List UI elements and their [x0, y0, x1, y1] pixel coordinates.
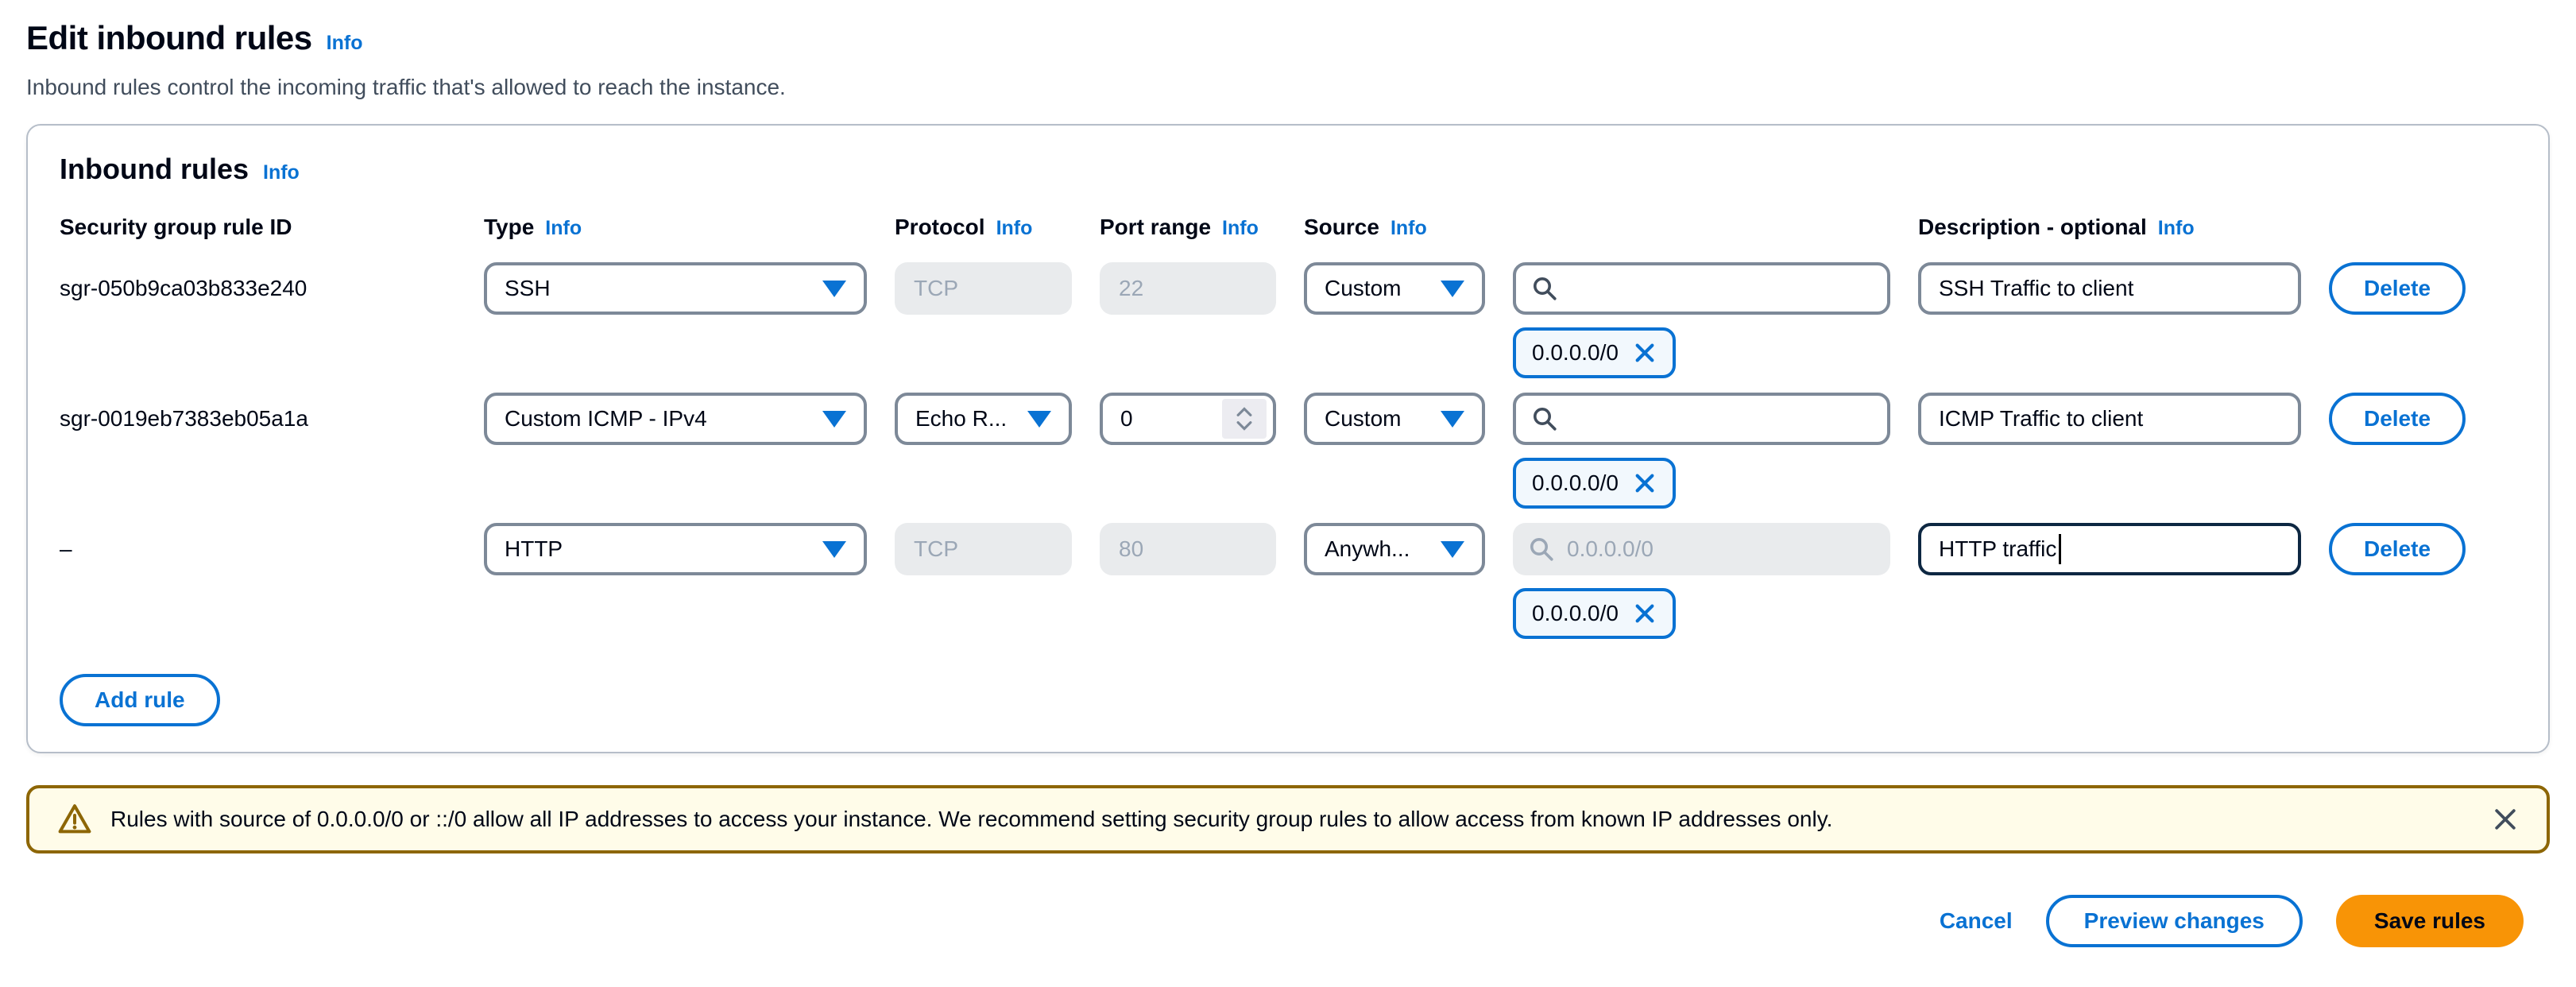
source-search-input[interactable] [1513, 262, 1890, 315]
chevron-down-icon [822, 411, 846, 428]
source-chip-row: 0.0.0.0/0 [1513, 327, 2516, 378]
inbound-rules-panel: Inbound rules Info Security group rule I… [26, 124, 2550, 753]
rule-id: sgr-050b9ca03b833e240 [60, 276, 484, 301]
rule-row-ssh: sgr-050b9ca03b833e240 SSH TCP 22 Custom … [60, 262, 2516, 378]
column-headers: Security group rule ID TypeInfo Protocol… [60, 215, 2516, 240]
warning-text: Rules with source of 0.0.0.0/0 or ::/0 a… [110, 807, 2474, 832]
description-input[interactable]: ICMP Traffic to client [1918, 393, 2301, 445]
warning-icon [56, 801, 93, 838]
chevron-down-icon [1027, 411, 1051, 428]
source-chip-row: 0.0.0.0/0 [1513, 588, 2516, 639]
panel-header: Inbound rules Info [60, 153, 2516, 186]
save-rules-button[interactable]: Save rules [2336, 895, 2524, 947]
port-range-field-disabled: 80 [1100, 523, 1276, 575]
description-input[interactable]: SSH Traffic to client [1918, 262, 2301, 315]
banner-close-icon[interactable] [2491, 805, 2520, 834]
chevron-down-icon [1441, 541, 1464, 558]
preview-changes-button[interactable]: Preview changes [2046, 895, 2303, 947]
source-select[interactable]: Custom [1304, 393, 1485, 445]
port-range-number-input[interactable]: 0 [1100, 393, 1276, 445]
chevron-down-icon [822, 281, 846, 297]
page-subtitle: Inbound rules control the incoming traff… [26, 75, 2550, 100]
protocol-info-link[interactable]: Info [996, 217, 1033, 240]
edit-inbound-rules-page: Edit inbound rules Info Inbound rules co… [0, 0, 2576, 947]
page-title: Edit inbound rules [26, 19, 312, 57]
chevron-up-icon [1236, 406, 1253, 417]
chip-dismiss-icon[interactable] [1633, 341, 1657, 365]
footer-actions: Cancel Preview changes Save rules [26, 895, 2550, 947]
type-select[interactable]: Custom ICMP - IPv4 [484, 393, 867, 445]
search-icon [1532, 276, 1557, 301]
protocol-field-disabled: TCP [895, 262, 1072, 315]
page-info-link[interactable]: Info [327, 32, 363, 55]
column-header-source: SourceInfo [1304, 215, 1485, 240]
type-info-link[interactable]: Info [545, 217, 582, 240]
text-cursor [2059, 534, 2061, 564]
cidr-chip: 0.0.0.0/0 [1513, 327, 1676, 378]
number-stepper[interactable] [1222, 399, 1267, 439]
delete-rule-button[interactable]: Delete [2329, 523, 2466, 575]
search-icon [1529, 536, 1554, 562]
warning-banner: Rules with source of 0.0.0.0/0 or ::/0 a… [26, 785, 2550, 853]
panel-info-link[interactable]: Info [263, 161, 300, 184]
rule-row-http: – HTTP TCP 80 Anywh... 0.0.0.0/0 HTTP tr… [60, 523, 2516, 639]
rule-id: – [60, 536, 484, 562]
chip-dismiss-icon[interactable] [1633, 602, 1657, 625]
column-header-description: Description - optionalInfo [1918, 215, 2301, 240]
cancel-button[interactable]: Cancel [1940, 908, 2013, 934]
source-search-input[interactable] [1513, 393, 1890, 445]
source-chip-row: 0.0.0.0/0 [1513, 458, 2516, 509]
column-header-id: Security group rule ID [60, 215, 484, 240]
delete-rule-button[interactable]: Delete [2329, 393, 2466, 445]
description-info-link[interactable]: Info [2158, 217, 2195, 240]
rule-id: sgr-0019eb7383eb05a1a [60, 406, 484, 432]
column-header-port-range: Port rangeInfo [1100, 215, 1276, 240]
panel-title: Inbound rules [60, 153, 249, 186]
chevron-down-icon [1441, 411, 1464, 428]
source-search-input-disabled: 0.0.0.0/0 [1513, 523, 1890, 575]
column-header-type: TypeInfo [484, 215, 867, 240]
type-select[interactable]: SSH [484, 262, 867, 315]
search-icon [1532, 406, 1557, 432]
chevron-down-icon [822, 541, 846, 558]
port-range-field-disabled: 22 [1100, 262, 1276, 315]
chevron-down-icon [1441, 281, 1464, 297]
protocol-select[interactable]: Echo R... [895, 393, 1072, 445]
description-input-focused[interactable]: HTTP traffic [1918, 523, 2301, 575]
chip-dismiss-icon[interactable] [1633, 471, 1657, 495]
delete-rule-button[interactable]: Delete [2329, 262, 2466, 315]
add-rule-button[interactable]: Add rule [60, 674, 220, 726]
cidr-chip: 0.0.0.0/0 [1513, 458, 1676, 509]
page-header: Edit inbound rules Info [26, 19, 2550, 57]
cidr-chip: 0.0.0.0/0 [1513, 588, 1676, 639]
chevron-down-icon [1236, 420, 1253, 432]
protocol-field-disabled: TCP [895, 523, 1072, 575]
port-range-info-link[interactable]: Info [1222, 217, 1259, 240]
type-select[interactable]: HTTP [484, 523, 867, 575]
source-info-link[interactable]: Info [1390, 217, 1427, 240]
column-header-protocol: ProtocolInfo [895, 215, 1072, 240]
source-select[interactable]: Anywh... [1304, 523, 1485, 575]
rule-row-icmp: sgr-0019eb7383eb05a1a Custom ICMP - IPv4… [60, 393, 2516, 509]
source-select[interactable]: Custom [1304, 262, 1485, 315]
